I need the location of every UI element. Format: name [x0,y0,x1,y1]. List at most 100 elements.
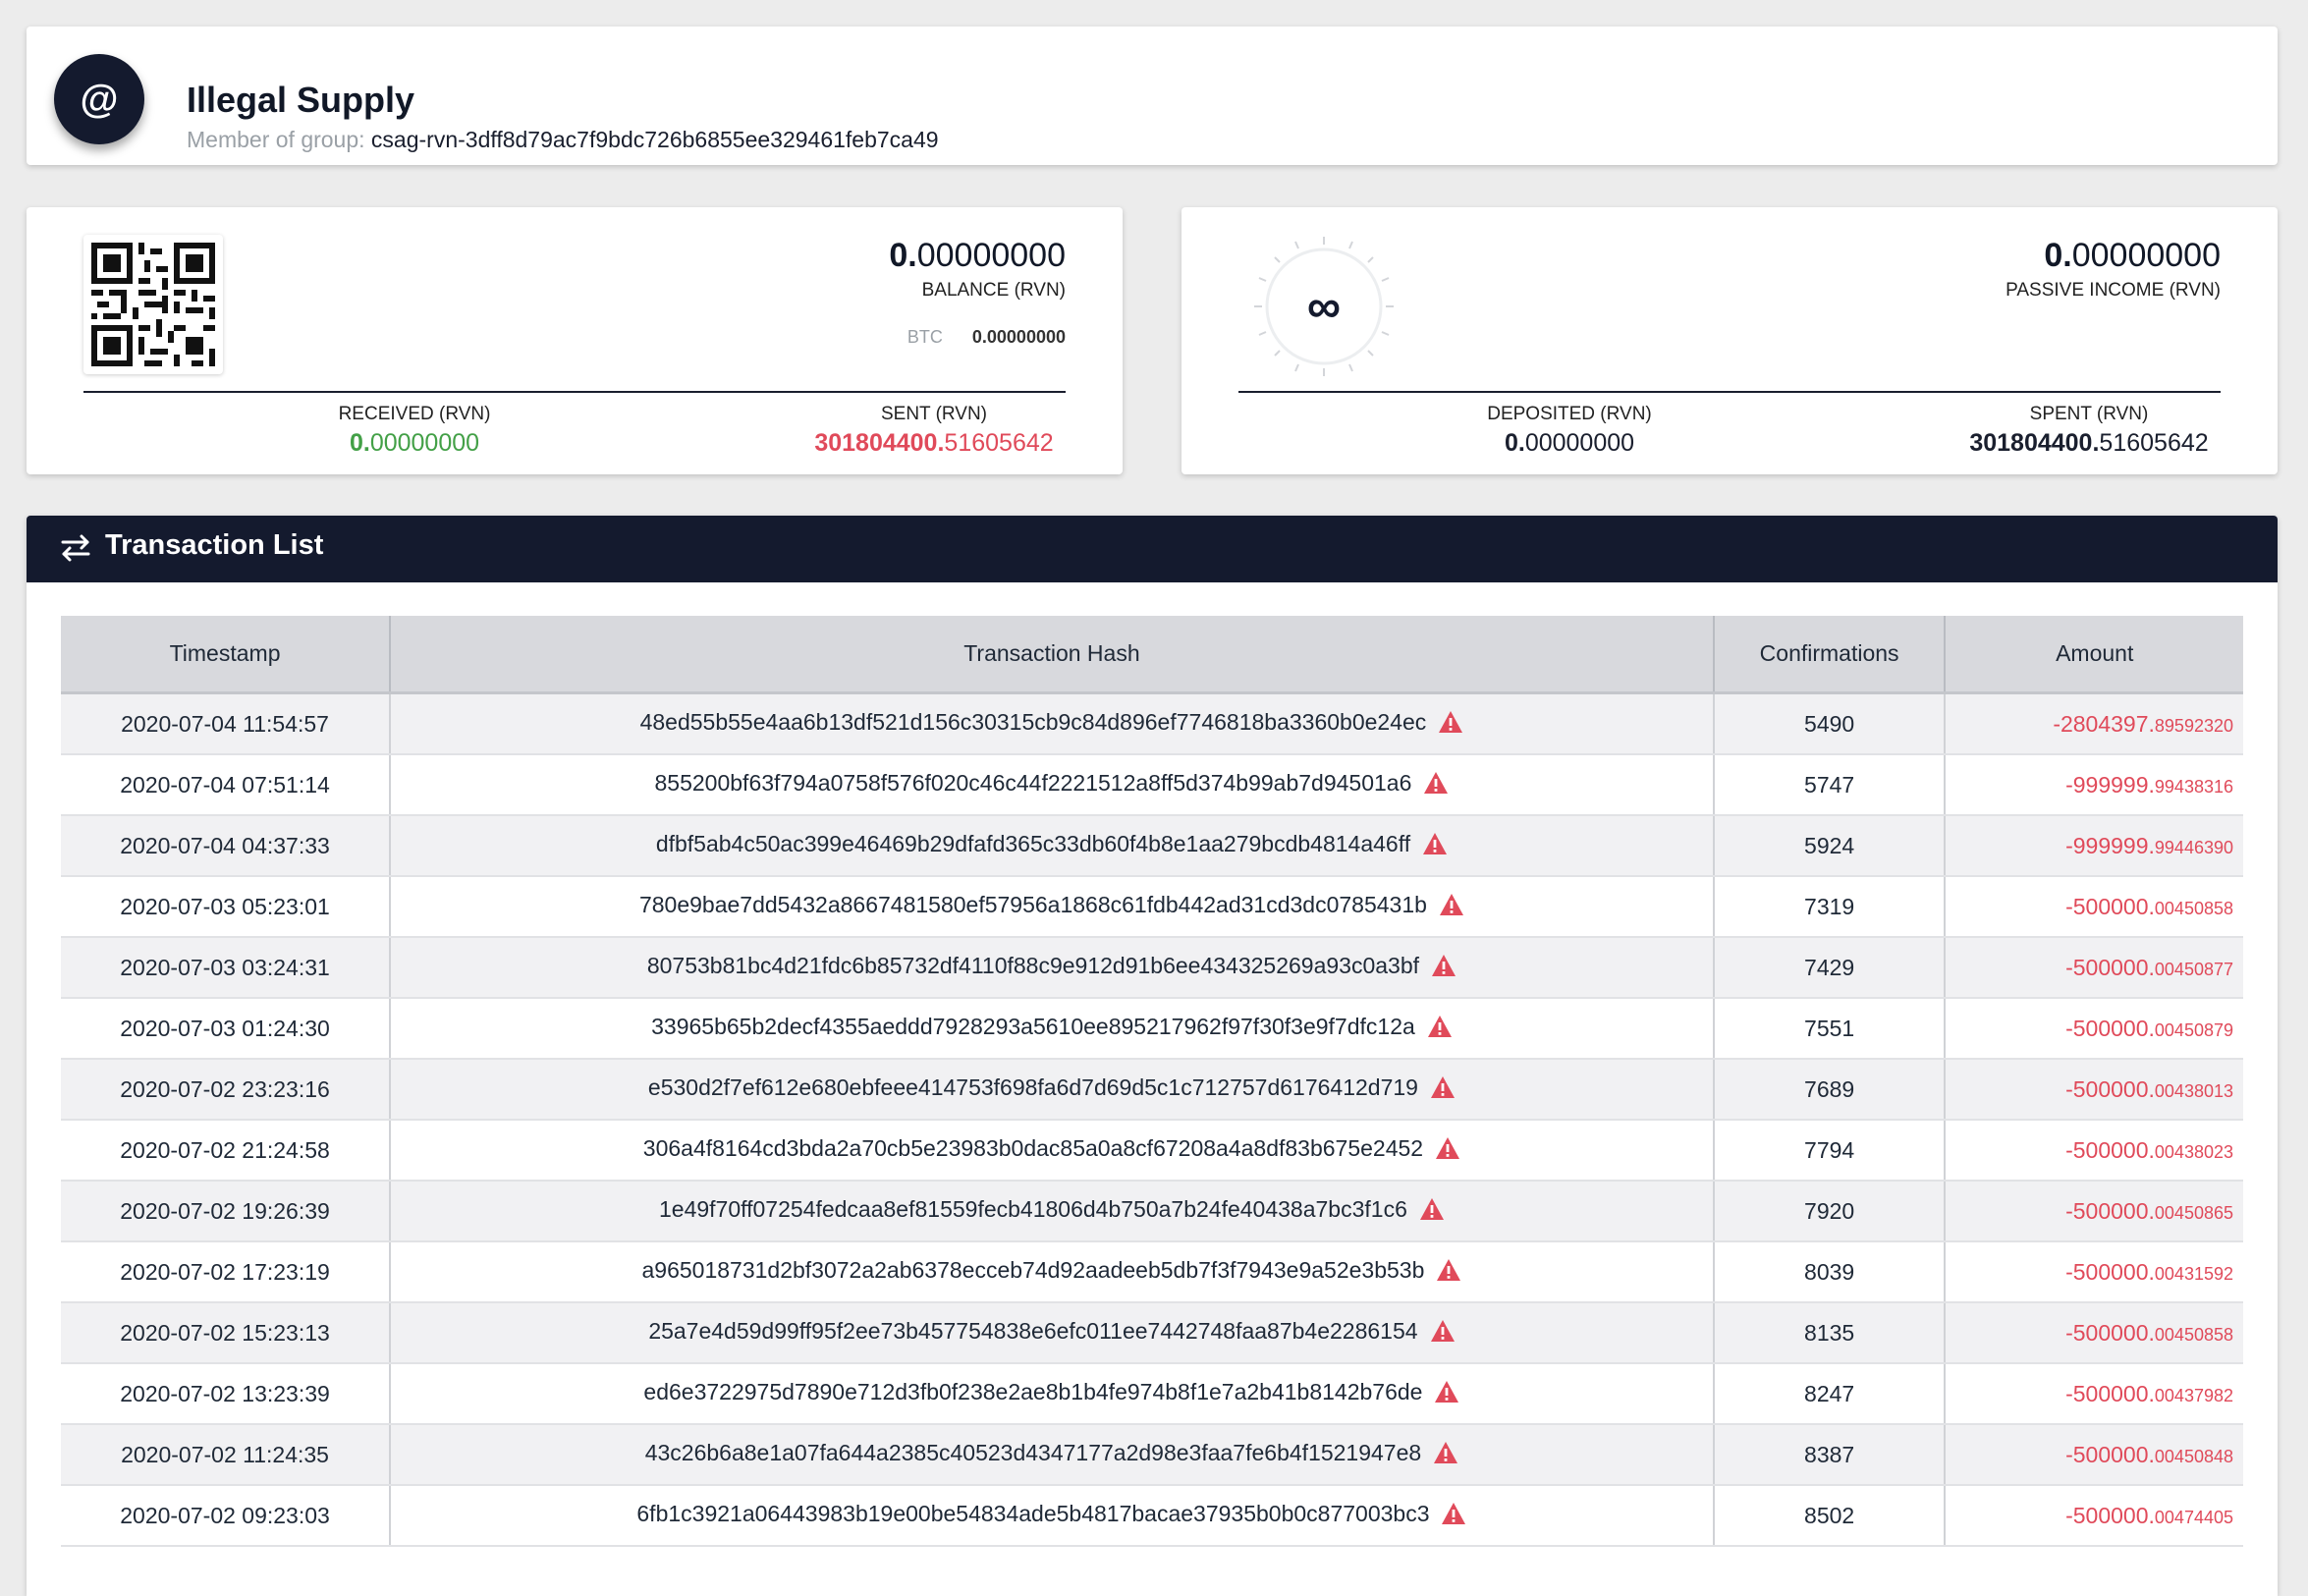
passive-divider [1238,391,2221,393]
passive-income-dec: 00000000 [2071,237,2221,274]
amount-int: -500000. [2065,1380,2155,1406]
cell-confirmations: 7920 [1713,1181,1947,1242]
received-value: 0.00000000 [218,429,611,458]
transaction-hash-link[interactable]: 43c26b6a8e1a07fa644a2385c40523d4347177a2… [645,1440,1421,1465]
transaction-hash-link[interactable]: 48ed55b55e4aa6b13df521d156c30315cb9c84d8… [640,709,1427,735]
qr-code-icon[interactable] [83,235,223,374]
sent-value: 301804400.51605642 [738,429,1130,458]
infinity-icon: ∞ [1306,280,1342,333]
sent-int: 301804400. [814,429,945,457]
col-timestamp[interactable]: Timestamp [61,616,392,694]
cell-amount: -500000.00474405 [1945,1485,2243,1547]
warning-icon [1436,1258,1461,1288]
transaction-hash-link[interactable]: 780e9bae7dd5432a8667481580ef57956a1868c6… [639,892,1427,917]
passive-income-int: 0. [2044,237,2072,274]
table-header-row: Timestamp Transaction Hash Confirmations… [61,616,2243,694]
cell-confirmations: 8247 [1713,1363,1947,1425]
sent-dec: 51605642 [944,429,1054,457]
cell-amount: -500000.00438023 [1945,1120,2243,1182]
cell-amount: -999999.99446390 [1945,815,2243,877]
deposited-dec: 00000000 [1524,429,1635,457]
warning-icon [1430,1319,1456,1348]
amount-int: -500000. [2065,1075,2155,1102]
cell-confirmations: 7319 [1713,876,1947,938]
cell-confirmations: 5747 [1713,754,1947,816]
cell-confirmations: 5924 [1713,815,1947,877]
balance-divider [83,391,1066,393]
transaction-hash-link[interactable]: a965018731d2bf3072a2ab6378ecceb74d92aade… [642,1257,1425,1283]
table-row[interactable]: 2020-07-02 09:23:03 6fb1c3921a06443983b19… [61,1485,2243,1547]
table-row[interactable]: 2020-07-02 17:23:19 a965018731d2bf3072a2a… [61,1241,2243,1303]
sent-label: SENT (RVN) [880,404,988,424]
received-label: RECEIVED (RVN) [338,404,491,424]
transaction-list-header: Transaction List [27,516,2278,582]
col-transaction-hash[interactable]: Transaction Hash [390,616,1715,694]
table-row[interactable]: 2020-07-02 11:24:35 43c26b6a8e1a07fa644a2… [61,1424,2243,1486]
col-amount[interactable]: Amount [1945,616,2243,694]
amount-int: -500000. [2065,954,2155,980]
amount-int: -500000. [2065,1136,2155,1163]
cell-timestamp: 2020-07-02 11:24:35 [61,1424,392,1486]
cell-hash: 48ed55b55e4aa6b13df521d156c30315cb9c84d8… [390,692,1715,755]
transaction-hash-link[interactable]: 33965b65b2decf4355aeddd7928293a5610ee895… [651,1014,1415,1039]
transaction-hash-link[interactable]: 25a7e4d59d99ff95f2ee73b457754838e6efc011… [648,1318,1417,1344]
table-row[interactable]: 2020-07-02 23:23:16 e530d2f7ef612e680ebfe… [61,1059,2243,1121]
transaction-table: Timestamp Transaction Hash Confirmations… [61,616,2243,1547]
cell-timestamp: 2020-07-02 15:23:13 [61,1302,392,1364]
table-row[interactable]: 2020-07-04 07:51:14 855200bf63f794a0758f5… [61,754,2243,816]
group-membership: Member of group: csag-rvn-3dff8d79ac7f9b… [187,127,939,153]
balance-dec: 00000000 [916,237,1066,274]
cell-hash: e530d2f7ef612e680ebfeee414753f698fa6d7d6… [390,1059,1715,1121]
table-row[interactable]: 2020-07-02 19:26:39 1e49f70ff07254fedcaa8… [61,1181,2243,1242]
cell-hash: a965018731d2bf3072a2ab6378ecceb74d92aade… [390,1241,1715,1303]
table-row[interactable]: 2020-07-04 04:37:33 dfbf5ab4c50ac399e4646… [61,815,2243,877]
warning-icon [1430,1075,1456,1105]
table-row[interactable]: 2020-07-02 15:23:13 25a7e4d59d99ff95f2ee7… [61,1302,2243,1364]
amount-int: -999999. [2065,832,2155,858]
swap-arrows-icon [61,534,90,562]
col-confirmations[interactable]: Confirmations [1713,616,1947,694]
group-label: Member of group: [187,127,365,152]
group-value[interactable]: csag-rvn-3dff8d79ac7f9bdc726b6855ee32946… [371,127,939,152]
cell-confirmations: 7551 [1713,998,1947,1060]
transaction-hash-link[interactable]: ed6e3722975d7890e712d3fb0f238e2ae8b1b4fe… [643,1379,1422,1404]
transaction-hash-link[interactable]: 80753b81bc4d21fdc6b85732df4110f88c9e912d… [647,953,1419,978]
cell-timestamp: 2020-07-04 04:37:33 [61,815,392,877]
received-int: 0. [349,429,370,457]
spent-int: 301804400. [1969,429,2100,457]
transaction-hash-link[interactable]: 855200bf63f794a0758f576f020c46c44f222151… [655,770,1412,796]
table-row[interactable]: 2020-07-04 11:54:57 48ed55b55e4aa6b13df52… [61,692,2243,755]
transaction-hash-link[interactable]: e530d2f7ef612e680ebfeee414753f698fa6d7d6… [648,1074,1418,1100]
warning-icon [1431,954,1456,983]
cell-confirmations: 7689 [1713,1059,1947,1121]
cell-confirmations: 5490 [1713,692,1947,755]
amount-int: -999999. [2065,771,2155,798]
table-row[interactable]: 2020-07-03 01:24:30 33965b65b2decf4355aed… [61,998,2243,1060]
cell-amount: -500000.00450858 [1945,876,2243,938]
amount-int: -500000. [2065,1441,2155,1467]
cell-timestamp: 2020-07-04 11:54:57 [61,692,392,755]
table-row[interactable]: 2020-07-02 21:24:58 306a4f8164cd3bda2a70c… [61,1120,2243,1182]
amount-dec: 99438316 [2154,776,2233,797]
cell-hash: 855200bf63f794a0758f576f020c46c44f222151… [390,754,1715,816]
table-row[interactable]: 2020-07-02 13:23:39 ed6e3722975d7890e712d… [61,1363,2243,1425]
transaction-hash-link[interactable]: dfbf5ab4c50ac399e46469b29dfafd365c33db60… [656,831,1410,856]
cell-hash: 43c26b6a8e1a07fa644a2385c40523d4347177a2… [390,1424,1715,1486]
transaction-hash-link[interactable]: 1e49f70ff07254fedcaa8ef81559fecb41806d4b… [659,1196,1407,1222]
cell-hash: dfbf5ab4c50ac399e46469b29dfafd365c33db60… [390,815,1715,877]
transaction-hash-link[interactable]: 6fb1c3921a06443983b19e00be54834ade5b4817… [636,1501,1429,1526]
cell-timestamp: 2020-07-04 07:51:14 [61,754,392,816]
amount-dec: 00438013 [2154,1080,2233,1101]
table-row[interactable]: 2020-07-03 03:24:31 80753b81bc4d21fdc6b85… [61,937,2243,999]
amount-dec: 00450858 [2154,1324,2233,1345]
table-row[interactable]: 2020-07-03 05:23:01 780e9bae7dd5432a86674… [61,876,2243,938]
cell-hash: 80753b81bc4d21fdc6b85732df4110f88c9e912d… [390,937,1715,999]
btc-row: BTC 0.00000000 [907,327,1066,348]
spent-label: SPENT (RVN) [2029,404,2149,424]
cell-hash: 25a7e4d59d99ff95f2ee73b457754838e6efc011… [390,1302,1715,1364]
amount-dec: 00450858 [2154,898,2233,918]
transaction-hash-link[interactable]: 306a4f8164cd3bda2a70cb5e23983b0dac85a0a8… [643,1135,1423,1161]
amount-dec: 89592320 [2154,715,2233,736]
balance-int: 0. [889,237,917,274]
cell-amount: -500000.00450848 [1945,1424,2243,1486]
